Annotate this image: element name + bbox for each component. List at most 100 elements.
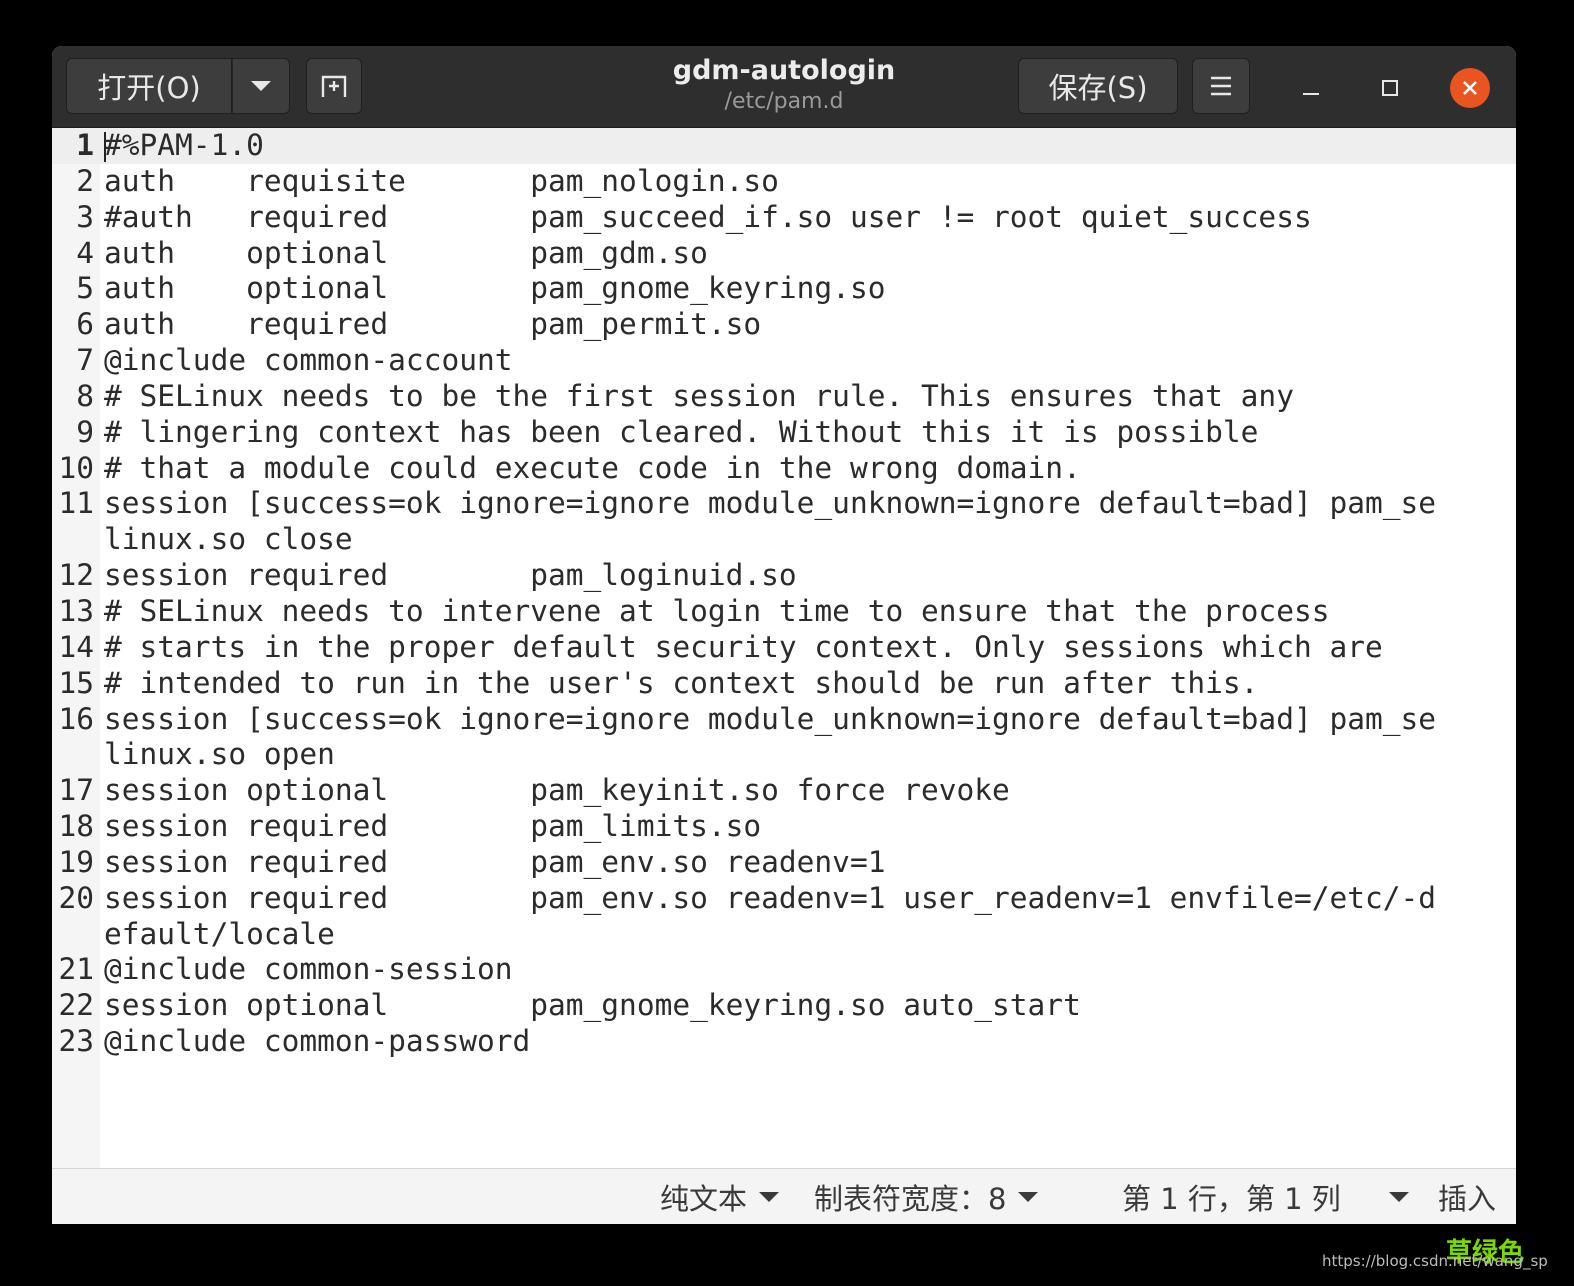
line-number: 22: [58, 988, 94, 1023]
save-button-label: 保存(S): [1048, 71, 1148, 105]
header-bar: 打开(O) gdm-autologin /etc/pam.d 保存(S): [52, 46, 1516, 128]
maximize-button[interactable]: [1370, 68, 1410, 108]
line-number: 11: [58, 486, 94, 521]
line-text[interactable]: # SELinux needs to be the first session …: [104, 379, 1444, 415]
editor-line[interactable]: 23 @include common-password: [52, 1024, 1516, 1060]
line-text[interactable]: #auth required pam_succeed_if.so user !=…: [104, 200, 1444, 236]
line-number: 1: [76, 128, 94, 162]
editor-line[interactable]: 11 session [success=ok ignore=ignore modu…: [52, 486, 1516, 558]
document-title: gdm-autologin: [672, 55, 896, 86]
watermark-url: https://blog.csdn.net/wang_sp: [1322, 1252, 1548, 1270]
line-number: 15: [58, 665, 94, 700]
line-text[interactable]: session required pam_loginuid.so: [104, 558, 1444, 594]
editor-line[interactable]: 4 auth optional pam_gdm.so: [52, 236, 1516, 272]
editor-line[interactable]: 22 session optional pam_gnome_keyring.so …: [52, 988, 1516, 1024]
line-text[interactable]: #%PAM-1.0: [104, 128, 1444, 164]
line-text[interactable]: # that a module could execute code in th…: [104, 451, 1444, 487]
save-button[interactable]: 保存(S): [1018, 58, 1178, 114]
line-text[interactable]: session [success=ok ignore=ignore module…: [104, 702, 1444, 774]
line-number: 21: [58, 952, 94, 987]
line-number: 14: [58, 629, 94, 664]
open-button[interactable]: 打开(O): [66, 58, 232, 114]
editor-line[interactable]: 3 #auth required pam_succeed_if.so user !…: [52, 200, 1516, 236]
editor-line[interactable]: 8 # SELinux needs to be the first session…: [52, 379, 1516, 415]
open-recent-dropdown-button[interactable]: [232, 58, 290, 114]
line-number: 18: [58, 809, 94, 844]
line-text[interactable]: session required pam_limits.so: [104, 809, 1444, 845]
editor-line[interactable]: 20 session required pam_env.so readenv=1 …: [52, 881, 1516, 953]
menu-button[interactable]: [1192, 58, 1250, 114]
syntax-selector[interactable]: 纯文本: [660, 1169, 780, 1224]
line-number: 17: [58, 773, 94, 808]
chevron-down-icon: [759, 1192, 780, 1202]
syntax-label: 纯文本: [660, 1182, 748, 1216]
close-button[interactable]: [1450, 68, 1490, 108]
line-text[interactable]: session optional pam_keyinit.so force re…: [104, 773, 1444, 809]
insert-mode-label: 插入: [1438, 1182, 1497, 1216]
line-text[interactable]: auth requisite pam_nologin.so: [104, 164, 1444, 200]
editor-line[interactable]: 5 auth optional pam_gnome_keyring.so: [52, 271, 1516, 307]
line-text[interactable]: auth required pam_permit.so: [104, 307, 1444, 343]
editor-line[interactable]: 15 # intended to run in the user's contex…: [52, 666, 1516, 702]
line-number: 13: [58, 593, 94, 628]
hamburger-menu-icon: [1211, 76, 1231, 96]
insert-mode-indicator[interactable]: 插入: [1438, 1169, 1496, 1224]
editor-line[interactable]: 18 session required pam_limits.so: [52, 809, 1516, 845]
line-text[interactable]: auth optional pam_gnome_keyring.so: [104, 271, 1444, 307]
line-number: 16: [58, 701, 94, 736]
editor-line[interactable]: 14 # starts in the proper default securit…: [52, 630, 1516, 666]
line-text[interactable]: # SELinux needs to intervene at login ti…: [104, 594, 1444, 630]
line-number: 8: [76, 378, 94, 413]
editor-line[interactable]: 12 session required pam_loginuid.so: [52, 558, 1516, 594]
document-path: /etc/pam.d: [724, 89, 844, 114]
close-icon: [1463, 81, 1477, 95]
line-text[interactable]: # lingering context has been cleared. Wi…: [104, 415, 1444, 451]
editor-line[interactable]: 16 session [success=ok ignore=ignore modu…: [52, 702, 1516, 774]
editor-line[interactable]: 2 auth requisite pam_nologin.so: [52, 164, 1516, 200]
line-text[interactable]: # starts in the proper default security …: [104, 630, 1444, 666]
chevron-down-icon: [1018, 1192, 1039, 1202]
line-number: 2: [76, 163, 94, 198]
tab-width-selector[interactable]: 制表符宽度：8: [814, 1169, 1039, 1224]
line-number: 12: [58, 558, 94, 593]
line-number: 3: [76, 199, 94, 234]
line-text[interactable]: session required pam_env.so readenv=1 us…: [104, 881, 1444, 953]
new-tab-icon: [321, 75, 347, 97]
maximize-icon: [1382, 80, 1398, 96]
editor-line[interactable]: 1 #%PAM-1.0: [52, 128, 1516, 164]
tab-width-label: 制表符宽度：8: [814, 1182, 1007, 1216]
line-text[interactable]: session [success=ok ignore=ignore module…: [104, 486, 1444, 558]
line-number: 9: [76, 414, 94, 449]
open-button-label: 打开(O): [97, 71, 201, 105]
line-text[interactable]: auth optional pam_gdm.so: [104, 236, 1444, 272]
line-text[interactable]: session optional pam_gnome_keyring.so au…: [104, 988, 1444, 1024]
window-title: gdm-autologin /etc/pam.d: [612, 54, 956, 116]
text-editor[interactable]: 1 #%PAM-1.0 2 auth requisite pam_nologin.so…: [52, 128, 1516, 1168]
editor-lines: 1 #%PAM-1.0 2 auth requisite pam_nologin.so…: [52, 128, 1516, 1060]
line-text[interactable]: @include common-session: [104, 952, 1444, 988]
line-text[interactable]: session required pam_env.so readenv=1: [104, 845, 1444, 881]
chevron-down-icon: [251, 81, 271, 91]
editor-line[interactable]: 19 session required pam_env.so readenv=1: [52, 845, 1516, 881]
line-number: 4: [76, 235, 94, 270]
editor-line[interactable]: 21 @include common-session: [52, 952, 1516, 988]
cursor-position-selector[interactable]: 第 1 行，第 1 列: [1122, 1169, 1409, 1224]
cursor-position-label: 第 1 行，第 1 列: [1122, 1182, 1341, 1216]
line-text[interactable]: @include common-password: [104, 1024, 1444, 1060]
text-cursor: [104, 132, 106, 162]
editor-line[interactable]: 17 session optional pam_keyinit.so force …: [52, 773, 1516, 809]
line-text[interactable]: @include common-account: [104, 343, 1444, 379]
status-bar: 纯文本 制表符宽度：8 第 1 行，第 1 列 插入: [52, 1168, 1516, 1224]
minimize-button[interactable]: [1291, 68, 1331, 108]
minimize-icon: [1303, 93, 1319, 95]
new-document-button[interactable]: [306, 58, 362, 114]
chevron-down-icon: [1388, 1192, 1409, 1202]
editor-line[interactable]: 6 auth required pam_permit.so: [52, 307, 1516, 343]
editor-line[interactable]: 10 # that a module could execute code in …: [52, 451, 1516, 487]
editor-line[interactable]: 9 # lingering context has been cleared. W…: [52, 415, 1516, 451]
line-number: 6: [76, 307, 94, 342]
editor-line[interactable]: 13 # SELinux needs to intervene at login …: [52, 594, 1516, 630]
line-number: 23: [58, 1024, 94, 1059]
editor-line[interactable]: 7 @include common-account: [52, 343, 1516, 379]
line-text[interactable]: # intended to run in the user's context …: [104, 666, 1444, 702]
